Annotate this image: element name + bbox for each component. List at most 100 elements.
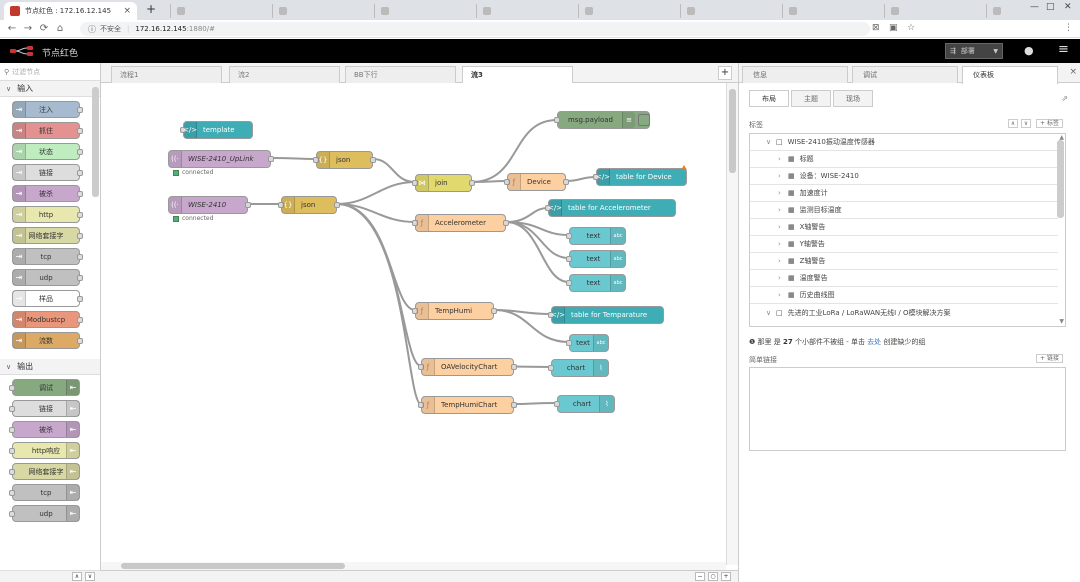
info-icon[interactable]: ⓘ: [88, 24, 96, 35]
chevron-right-icon[interactable]: ›: [778, 155, 788, 163]
tab-info[interactable]: 信息: [742, 66, 848, 83]
canvas-vertical-scrollbar[interactable]: [726, 83, 738, 565]
home-icon[interactable]: ⌂: [52, 23, 68, 34]
palette-scrollbar[interactable]: [92, 87, 99, 197]
join-node[interactable]: ⋈ join: [412, 174, 475, 192]
accelerometer-node[interactable]: ƒ Accelerometer: [412, 214, 509, 232]
collapse-icon[interactable]: ∧: [1008, 119, 1018, 128]
palette-node-in-6[interactable]: ⇥ 网络套接字: [12, 227, 83, 244]
temphumi-node[interactable]: ƒ TempHumi: [412, 302, 497, 320]
input-port[interactable]: [554, 117, 560, 123]
reload-icon[interactable]: ⟳: [36, 23, 52, 34]
chevron-right-icon[interactable]: ›: [778, 206, 788, 214]
subtab-site[interactable]: 现场: [833, 90, 873, 107]
chevron-down-icon[interactable]: ∨: [766, 309, 776, 317]
collapse-all-icon[interactable]: ∧: [72, 572, 82, 581]
table-device-node[interactable]: </> table for Device: [593, 168, 687, 186]
device-function-node[interactable]: ƒ Device: [504, 173, 569, 191]
scroll-down-icon[interactable]: ▼: [1059, 318, 1064, 325]
input-port[interactable]: [566, 280, 572, 286]
palette-node-in-3[interactable]: ⇥ 链接: [12, 164, 83, 181]
zoom-reset-icon[interactable]: ○: [708, 572, 718, 581]
text-node-2[interactable]: text abc: [566, 250, 626, 268]
palette-node-in-4[interactable]: ⇥ 被杀: [12, 185, 83, 202]
zoom-in-icon[interactable]: +: [721, 572, 731, 581]
tree-group-item[interactable]: › ▦ Y轴警告: [750, 236, 1058, 253]
json-node-1[interactable]: {} json: [313, 151, 376, 169]
flow-canvas[interactable]: </> template ((· WISE-2410_UpLink connec…: [101, 83, 726, 565]
tree-group-item[interactable]: › ▦ X轴警告: [750, 219, 1058, 236]
palette-node-in-5[interactable]: ⇥ http: [12, 206, 83, 223]
chevron-right-icon[interactable]: ›: [778, 189, 788, 197]
json-node-2[interactable]: {} json: [278, 196, 340, 214]
text-node-4[interactable]: text abc: [566, 334, 609, 352]
forward-icon[interactable]: →: [20, 23, 36, 34]
browser-tab[interactable]: [680, 4, 780, 18]
scroll-thumb[interactable]: [121, 563, 345, 569]
zoom-out-icon[interactable]: −: [695, 572, 705, 581]
bookmark-star-icon[interactable]: ☆: [907, 23, 915, 33]
close-icon[interactable]: ×: [1069, 67, 1077, 77]
tab-debug[interactable]: 调试: [852, 66, 958, 83]
oavelocity-chart-node[interactable]: ƒ OAVelocityChart: [418, 358, 517, 376]
browser-tab[interactable]: [170, 4, 270, 18]
user-icon[interactable]: ●: [1024, 44, 1034, 57]
text-node-1[interactable]: text abc: [566, 227, 626, 245]
palette-node-in-0[interactable]: ⇥ 注入: [12, 101, 83, 118]
scroll-thumb[interactable]: [729, 89, 736, 173]
browser-tab[interactable]: [374, 4, 474, 18]
input-port[interactable]: [566, 340, 572, 346]
browser-tab-active[interactable]: 节点红色 : 172.16.12.145 ×: [4, 2, 137, 20]
palette-node-out-6[interactable]: ⇤ udp: [9, 505, 80, 522]
output-port[interactable]: [245, 202, 251, 208]
browser-tab[interactable]: [884, 4, 984, 18]
palette-node-in-8[interactable]: ⇥ udp: [12, 269, 83, 286]
input-port[interactable]: [566, 233, 572, 239]
browser-menu-icon[interactable]: ⋮: [1064, 23, 1073, 33]
tab-bb-downlink[interactable]: BB下行: [345, 66, 456, 83]
translate-icon[interactable]: ⊠: [872, 23, 880, 33]
subtab-theme[interactable]: 主题: [791, 90, 831, 107]
back-icon[interactable]: ←: [4, 23, 20, 34]
canvas-horizontal-scrollbar[interactable]: [101, 562, 726, 570]
chevron-down-icon[interactable]: ▼: [993, 48, 998, 55]
tab-flow2[interactable]: 流2: [229, 66, 340, 83]
chevron-right-icon[interactable]: ›: [778, 223, 788, 231]
table-accelerometer-node[interactable]: </> table for Accelerometer: [545, 199, 676, 217]
add-link-button[interactable]: + 链接: [1036, 354, 1063, 363]
palette-category-output[interactable]: ∨ 输出: [0, 359, 100, 375]
palette-node-out-2[interactable]: ⇤ 被杀: [9, 421, 80, 438]
maximize-icon[interactable]: □: [1046, 2, 1055, 12]
output-port[interactable]: [511, 364, 517, 370]
temphumi-chart-node[interactable]: ƒ TempHumiChart: [418, 396, 517, 414]
browser-tab[interactable]: [782, 4, 882, 18]
tree-tab-item[interactable]: ∨ □ WISE-2410振动温度传感器: [750, 134, 1058, 151]
chevron-right-icon[interactable]: ›: [778, 172, 788, 180]
palette-filter[interactable]: ⚲ 过滤节点: [0, 63, 100, 81]
chevron-right-icon[interactable]: ›: [778, 257, 788, 265]
output-port[interactable]: [370, 157, 376, 163]
output-port[interactable]: [268, 156, 274, 162]
browser-tab[interactable]: [578, 4, 678, 18]
chart-node-1[interactable]: chart ⌇: [548, 359, 609, 377]
links-list[interactable]: [749, 367, 1066, 451]
uplink-node[interactable]: ((· WISE-2410_UpLink: [168, 150, 274, 168]
minimize-icon[interactable]: —: [1030, 2, 1039, 12]
browser-tab[interactable]: [272, 4, 372, 18]
tree-group-item[interactable]: › ▦ 监测目标温度: [750, 202, 1058, 219]
tree-group-item[interactable]: › ▦ Z轴警告: [750, 253, 1058, 270]
expand-all-icon[interactable]: ∨: [85, 572, 95, 581]
close-window-icon[interactable]: ✕: [1064, 2, 1072, 12]
close-tab-icon[interactable]: ×: [123, 6, 131, 16]
output-port[interactable]: [511, 402, 517, 408]
input-port[interactable]: [566, 256, 572, 262]
palette-node-in-1[interactable]: ⇥ 抓住: [12, 122, 83, 139]
chevron-right-icon[interactable]: ›: [778, 291, 788, 299]
debug-node[interactable]: msg.payload ≡: [554, 111, 650, 129]
tab-flow1[interactable]: 流程1: [111, 66, 222, 83]
extension-icon[interactable]: ▣: [889, 23, 898, 33]
debug-toggle-button[interactable]: [638, 114, 650, 126]
palette-node-in-11[interactable]: ⇥ 流数: [12, 332, 83, 349]
create-groups-link[interactable]: 去处: [867, 338, 881, 346]
new-tab-button[interactable]: +: [144, 3, 158, 17]
